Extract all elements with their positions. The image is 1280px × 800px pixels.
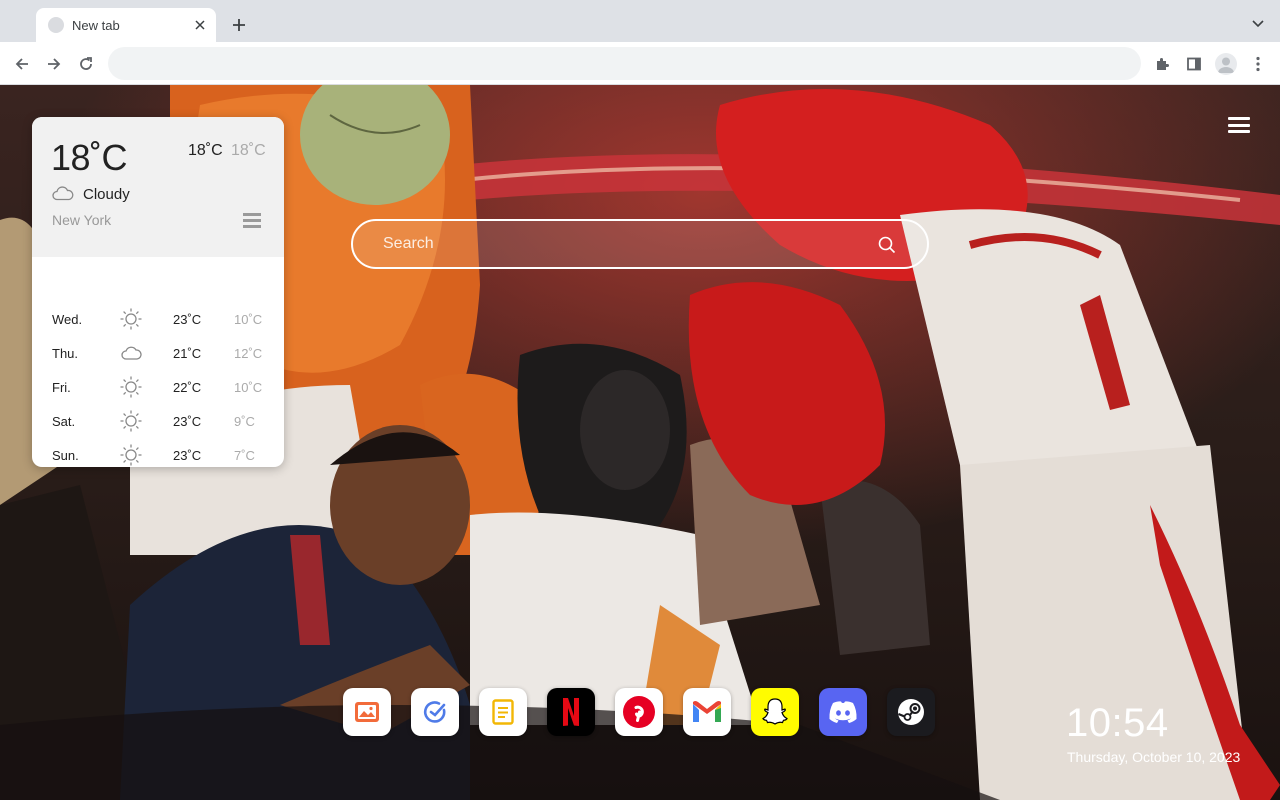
menu-bar xyxy=(1228,123,1250,127)
browser-toolbar xyxy=(0,42,1280,85)
forecast-row: Fri. 22˚C 10˚C xyxy=(32,376,284,411)
new-tab-page: 18˚C 18˚C 18˚C Cloudy New York Wed. 23˚C… xyxy=(0,85,1280,800)
reload-button[interactable] xyxy=(72,50,100,78)
extensions-button[interactable] xyxy=(1148,50,1176,78)
forecast-low: 9˚C xyxy=(234,414,255,429)
side-panel-button[interactable] xyxy=(1180,50,1208,78)
quick-link-netflix[interactable] xyxy=(547,688,595,736)
weather-condition: Cloudy xyxy=(83,186,130,203)
close-icon[interactable] xyxy=(192,17,208,33)
quick-link-steam[interactable] xyxy=(887,688,935,736)
check-circle-icon xyxy=(423,701,446,723)
tab-title: New tab xyxy=(72,17,120,33)
chevron-down-icon[interactable] xyxy=(1248,14,1268,34)
forecast-high: 23˚C xyxy=(173,448,202,463)
search-icon[interactable] xyxy=(878,236,896,254)
snapchat-icon xyxy=(762,698,788,725)
forecast-row: Thu. 21˚C 12˚C xyxy=(32,343,284,377)
side-panel-icon xyxy=(1187,57,1201,71)
forecast-high: 23˚C xyxy=(173,312,202,327)
forecast-high: 21˚C xyxy=(173,346,202,361)
forecast-low: 7˚C xyxy=(234,448,255,463)
address-bar[interactable] xyxy=(108,47,1141,80)
search-input[interactable]: Search xyxy=(351,219,929,269)
search-placeholder: Search xyxy=(383,235,434,252)
current-temperature: 18˚C xyxy=(51,137,128,178)
favicon-icon xyxy=(48,17,64,33)
forecast-row: Sat. 23˚C 9˚C xyxy=(32,410,284,445)
more-menu-button[interactable] xyxy=(1244,50,1272,78)
pinterest-icon xyxy=(623,696,655,728)
settings-menu-button[interactable] xyxy=(1228,115,1250,135)
clock-time: 10:54 xyxy=(1066,701,1169,745)
quick-links xyxy=(343,688,935,736)
forward-button[interactable] xyxy=(40,50,68,78)
cloud-icon xyxy=(52,186,74,201)
arrow-right-icon xyxy=(48,58,61,70)
sun-icon xyxy=(120,376,142,398)
quick-link-gmail[interactable] xyxy=(683,688,731,736)
kebab-icon xyxy=(1256,56,1260,72)
reload-icon xyxy=(80,57,92,70)
note-icon xyxy=(492,699,514,725)
back-button[interactable] xyxy=(8,50,36,78)
quick-link-snapchat[interactable] xyxy=(751,688,799,736)
sun-icon xyxy=(120,410,142,432)
today-high: 18˚C xyxy=(188,142,223,159)
weather-city: New York xyxy=(52,212,112,228)
tab-new-tab[interactable]: New tab xyxy=(36,8,216,42)
clock-date: Thursday, October 10, 2023 xyxy=(1067,749,1241,765)
forecast-row: Sun. 23˚C 7˚C xyxy=(32,444,284,467)
weather-current: 18˚C 18˚C 18˚C Cloudy New York xyxy=(32,117,284,257)
forecast-day: Sat. xyxy=(52,414,76,429)
menu-bar xyxy=(243,219,261,222)
quick-link-todo[interactable] xyxy=(411,688,459,736)
quick-link-wallpapers[interactable] xyxy=(343,688,391,736)
forecast-high: 23˚C xyxy=(173,414,202,429)
menu-bar xyxy=(243,213,261,216)
netflix-icon xyxy=(563,698,579,726)
weather-menu-button[interactable] xyxy=(243,213,261,228)
forecast-low: 10˚C xyxy=(234,312,263,327)
new-tab-button[interactable] xyxy=(228,14,250,36)
weather-forecast: Wed. 23˚C 10˚C Thu. 21˚C 12˚C Fri. 22˚C … xyxy=(32,308,284,467)
discord-icon xyxy=(829,701,857,723)
forecast-high: 22˚C xyxy=(173,380,202,395)
cloud-icon xyxy=(121,346,142,360)
puzzle-icon xyxy=(1157,58,1169,70)
forecast-low: 12˚C xyxy=(234,346,263,361)
avatar xyxy=(1215,53,1237,75)
today-low: 18˚C xyxy=(231,142,266,159)
tab-strip: New tab xyxy=(0,0,1280,42)
quick-link-discord[interactable] xyxy=(819,688,867,736)
menu-bar xyxy=(243,225,261,228)
forecast-day: Sun. xyxy=(52,448,79,463)
forecast-day: Thu. xyxy=(52,346,79,361)
image-icon xyxy=(355,702,379,722)
forecast-row: Wed. 23˚C 10˚C xyxy=(32,308,284,343)
forecast-day: Fri. xyxy=(52,380,71,395)
steam-icon xyxy=(898,699,924,725)
sun-icon xyxy=(120,444,142,466)
forecast-low: 10˚C xyxy=(234,380,263,395)
arrow-left-icon xyxy=(15,58,28,70)
menu-bar xyxy=(1228,117,1250,120)
weather-widget: 18˚C 18˚C 18˚C Cloudy New York Wed. 23˚C… xyxy=(32,117,284,467)
menu-bar xyxy=(1228,130,1250,133)
forecast-day: Wed. xyxy=(52,312,83,327)
quick-link-pinterest[interactable] xyxy=(615,688,663,736)
quick-link-notes[interactable] xyxy=(479,688,527,736)
gmail-icon xyxy=(693,701,721,722)
sun-icon xyxy=(120,308,142,330)
profile-button[interactable] xyxy=(1212,50,1240,78)
